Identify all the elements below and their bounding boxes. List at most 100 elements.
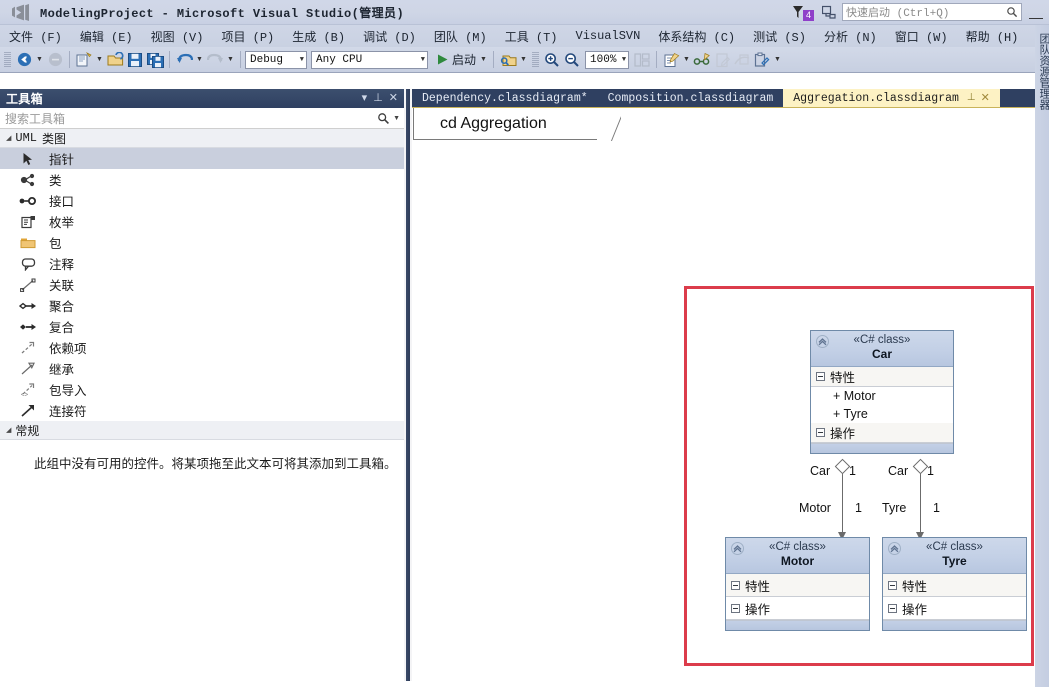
- menu-item-tools[interactable]: 工具 (T): [496, 26, 567, 47]
- document-tab-composition[interactable]: Composition.classdiagram: [597, 89, 784, 107]
- uml-section-operations[interactable]: 操作: [883, 597, 1026, 620]
- open-file-icon[interactable]: [105, 50, 125, 70]
- menu-item-window[interactable]: 窗口 (W): [886, 26, 957, 47]
- uml-section-attributes[interactable]: 特性: [811, 367, 953, 387]
- undo-icon[interactable]: [174, 50, 194, 70]
- menu-item-file[interactable]: 文件 (F): [0, 26, 71, 47]
- pin-icon[interactable]: ⊥: [967, 92, 976, 104]
- solution-configuration-select[interactable]: Debug ▼: [245, 50, 307, 69]
- redo-icon[interactable]: [205, 50, 225, 70]
- chevron-up-icon[interactable]: [887, 541, 902, 556]
- zoom-in-icon[interactable]: [542, 50, 562, 70]
- chevron-up-icon[interactable]: [815, 334, 830, 349]
- start-debug-button[interactable]: 启动: [428, 50, 478, 70]
- menu-item-help[interactable]: 帮助 (H): [957, 26, 1028, 47]
- toolbox-item-association[interactable]: 关联: [0, 274, 404, 295]
- navigate-back-dropdown[interactable]: ▼: [34, 50, 45, 70]
- zoom-out-icon[interactable]: [562, 50, 582, 70]
- menu-item-debug[interactable]: 调试 (D): [354, 26, 425, 47]
- menu-item-test[interactable]: 测试 (S): [744, 26, 815, 47]
- uml-class-motor[interactable]: «C# class» Motor 特性 操作: [725, 537, 870, 631]
- layout-icon[interactable]: [632, 50, 652, 70]
- document-tab-aggregation[interactable]: Aggregation.classdiagram ⊥ ✕: [783, 89, 1000, 107]
- pin-icon[interactable]: ⊥: [373, 93, 383, 104]
- find-dropdown[interactable]: ▼: [518, 50, 529, 70]
- notification-flag-icon[interactable]: 4: [792, 5, 815, 21]
- toolbox-search-dropdown-icon[interactable]: ▼: [393, 115, 400, 122]
- right-dock-strip[interactable]: 团队资源管理器: [1035, 25, 1049, 687]
- new-diagram-dropdown[interactable]: ▼: [681, 50, 692, 70]
- menu-item-view[interactable]: 视图 (V): [142, 26, 213, 47]
- uml-class-tyre[interactable]: «C# class» Tyre 特性 操作: [882, 537, 1027, 631]
- new-diagram-icon[interactable]: [661, 50, 681, 70]
- start-debug-dropdown[interactable]: ▼: [478, 50, 489, 70]
- link-items-icon[interactable]: [692, 50, 712, 70]
- minus-box-icon[interactable]: [888, 580, 897, 590]
- diagram-canvas[interactable]: cd Aggregation «C# class» Car 特性 + Motor…: [412, 108, 1049, 686]
- toolbox-search-input[interactable]: 搜索工具箱 ▼: [0, 108, 404, 129]
- toolbar-grip[interactable]: [4, 51, 11, 68]
- zoom-level-select[interactable]: 100% ▼: [585, 50, 630, 69]
- solution-platform-select[interactable]: Any CPU ▼: [311, 50, 428, 69]
- document-tab-dependency[interactable]: Dependency.classdiagram*: [412, 89, 598, 107]
- save-all-icon[interactable]: [145, 50, 165, 70]
- pane-splitter-bar[interactable]: [406, 89, 410, 687]
- uml-section-operations[interactable]: 操作: [811, 423, 953, 443]
- new-project-dropdown[interactable]: ▼: [94, 50, 105, 70]
- undo-dropdown[interactable]: ▼: [194, 50, 205, 70]
- right-dock-label[interactable]: 团队资源管理器: [1036, 33, 1049, 110]
- minus-box-icon[interactable]: [816, 428, 825, 437]
- redo-dropdown[interactable]: ▼: [225, 50, 236, 70]
- toolbox-item-package-import[interactable]: <> 包导入: [0, 379, 404, 400]
- menu-item-visualsvn[interactable]: VisualSVN: [567, 27, 650, 45]
- menu-item-build[interactable]: 生成 (B): [283, 26, 354, 47]
- uml-class-car[interactable]: «C# class» Car 特性 + Motor + Tyre 操作: [810, 330, 954, 454]
- close-icon[interactable]: ✕: [389, 93, 398, 104]
- toolbox-group-general[interactable]: ◢ 常规: [0, 421, 404, 440]
- uml-section-attributes[interactable]: 特性: [883, 574, 1026, 597]
- edit-document-icon[interactable]: [712, 50, 732, 70]
- minimize-button[interactable]: —: [1027, 3, 1045, 24]
- merge-document-icon[interactable]: [732, 50, 752, 70]
- menu-item-edit[interactable]: 编辑 (E): [71, 26, 142, 47]
- feedback-smiley-icon[interactable]: [820, 4, 837, 21]
- close-icon[interactable]: ✕: [981, 91, 990, 105]
- save-icon[interactable]: [125, 50, 145, 70]
- menu-item-team[interactable]: 团队 (M): [425, 26, 496, 47]
- toolbox-item-composition[interactable]: 复合: [0, 316, 404, 337]
- toolbox-item-aggregation[interactable]: 聚合: [0, 295, 404, 316]
- navigate-forward-icon[interactable]: [45, 50, 65, 70]
- menu-item-project[interactable]: 项目 (P): [212, 26, 283, 47]
- uml-section-operations[interactable]: 操作: [726, 597, 869, 620]
- toolbar-overflow-icon[interactable]: ▼: [772, 50, 783, 70]
- menu-item-analyze[interactable]: 分析 (N): [815, 26, 886, 47]
- quick-launch-input[interactable]: 快速启动 (Ctrl+Q): [842, 3, 1022, 21]
- minus-box-icon[interactable]: [816, 372, 825, 381]
- toolbox-item-enumeration[interactable]: 枚举: [0, 211, 404, 232]
- uml-class-header: «C# class» Motor: [726, 538, 869, 574]
- minus-box-icon[interactable]: [731, 603, 740, 613]
- minus-box-icon[interactable]: [731, 580, 740, 590]
- minus-box-icon[interactable]: [888, 603, 897, 613]
- find-in-files-icon[interactable]: [498, 50, 518, 70]
- paste-document-icon[interactable]: [752, 50, 772, 70]
- toolbox-item-package[interactable]: 包: [0, 232, 404, 253]
- new-project-icon[interactable]: [74, 50, 94, 70]
- toolbox-group-uml-class-diagram[interactable]: ◢ UML 类图: [0, 129, 404, 148]
- uml-attribute[interactable]: + Motor: [811, 387, 953, 405]
- menu-item-architecture[interactable]: 体系结构 (C): [649, 26, 744, 47]
- toolbox-item-interface[interactable]: 接口: [0, 190, 404, 211]
- magnifier-icon[interactable]: [377, 112, 390, 125]
- toolbox-item-dependency[interactable]: 依赖项: [0, 337, 404, 358]
- toolbox-item-comment[interactable]: 注释: [0, 253, 404, 274]
- navigate-back-icon[interactable]: [14, 50, 34, 70]
- toolbox-item-connector[interactable]: 连接符: [0, 400, 404, 421]
- uml-attribute[interactable]: + Tyre: [811, 405, 953, 423]
- toolbox-item-pointer[interactable]: 指针: [0, 148, 404, 169]
- toolbox-item-inheritance[interactable]: 继承: [0, 358, 404, 379]
- chevron-down-icon[interactable]: ▾: [362, 93, 368, 104]
- chevron-up-icon[interactable]: [730, 541, 745, 556]
- toolbar-grip[interactable]: [532, 51, 540, 68]
- toolbox-item-class[interactable]: 类: [0, 169, 404, 190]
- uml-section-attributes[interactable]: 特性: [726, 574, 869, 597]
